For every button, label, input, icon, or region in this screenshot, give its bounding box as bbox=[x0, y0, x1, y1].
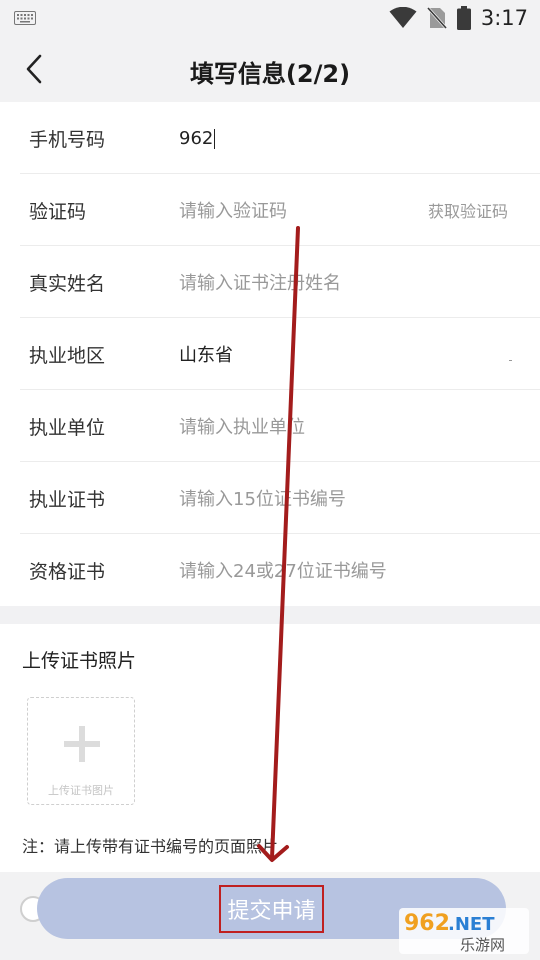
upload-section: 上传证书照片 上传证书图片 注：请上传带有证书编号的页面照片 bbox=[0, 624, 540, 872]
employer-input[interactable]: 请输入执业单位 bbox=[179, 413, 540, 439]
practice-cert-label: 执业证书 bbox=[29, 488, 106, 511]
watermark-logo: 962 .NET 乐游网 bbox=[399, 908, 529, 954]
qualification-cert-label: 资格证书 bbox=[29, 560, 106, 583]
form-row-verify-code[interactable]: 验证码 请输入验证码 获取验证码 bbox=[0, 174, 540, 246]
wifi-icon bbox=[389, 7, 417, 28]
plus-icon bbox=[64, 726, 100, 762]
real-name-label: 真实姓名 bbox=[29, 272, 106, 295]
practice-cert-input[interactable]: 请输入15位证书编号 bbox=[179, 485, 540, 511]
text-cursor bbox=[214, 128, 216, 149]
svg-text:962: 962 bbox=[404, 911, 450, 936]
phone-label: 手机号码 bbox=[29, 128, 106, 151]
status-time: 3:17 bbox=[480, 6, 528, 30]
battery-icon bbox=[456, 6, 471, 30]
employer-label: 执业单位 bbox=[29, 416, 106, 439]
info-form: 手机号码 962 验证码 请输入验证码 获取验证码 真实姓名 请输入证书注册姓名… bbox=[0, 102, 540, 606]
real-name-input[interactable]: 请输入证书注册姓名 bbox=[179, 269, 540, 295]
qualification-cert-input[interactable]: 请输入24或27位证书编号 bbox=[179, 557, 540, 583]
svg-text:乐游网: 乐游网 bbox=[460, 936, 505, 954]
form-row-phone[interactable]: 手机号码 962 bbox=[0, 102, 540, 174]
page-title: 填写信息(2/2) bbox=[189, 60, 351, 88]
upload-note: 注：请上传带有证书编号的页面照片 bbox=[22, 837, 279, 856]
region-select[interactable]: 山东省 bbox=[179, 341, 540, 367]
status-bar: 3:17 bbox=[0, 0, 540, 36]
svg-text:.NET: .NET bbox=[448, 914, 495, 935]
upload-photo-button[interactable]: 上传证书图片 bbox=[27, 697, 135, 805]
region-indicator bbox=[509, 360, 512, 361]
phone-input[interactable]: 962 bbox=[179, 128, 540, 149]
upload-title: 上传证书照片 bbox=[22, 650, 137, 672]
verify-code-label: 验证码 bbox=[29, 200, 87, 223]
upload-box-label: 上传证书图片 bbox=[48, 784, 114, 797]
no-sim-icon bbox=[426, 6, 447, 30]
region-label: 执业地区 bbox=[29, 344, 106, 367]
header: 填写信息(2/2) bbox=[0, 36, 540, 102]
submit-label: 提交申请 bbox=[219, 884, 324, 933]
get-code-button[interactable]: 获取验证码 bbox=[428, 198, 508, 222]
form-row-employer[interactable]: 执业单位 请输入执业单位 bbox=[0, 390, 540, 462]
keyboard-icon bbox=[14, 11, 36, 25]
form-row-qualification-cert[interactable]: 资格证书 请输入24或27位证书编号 bbox=[0, 534, 540, 606]
form-row-real-name[interactable]: 真实姓名 请输入证书注册姓名 bbox=[0, 246, 540, 318]
form-row-practice-cert[interactable]: 执业证书 请输入15位证书编号 bbox=[0, 462, 540, 534]
form-row-region[interactable]: 执业地区 山东省 bbox=[0, 318, 540, 390]
